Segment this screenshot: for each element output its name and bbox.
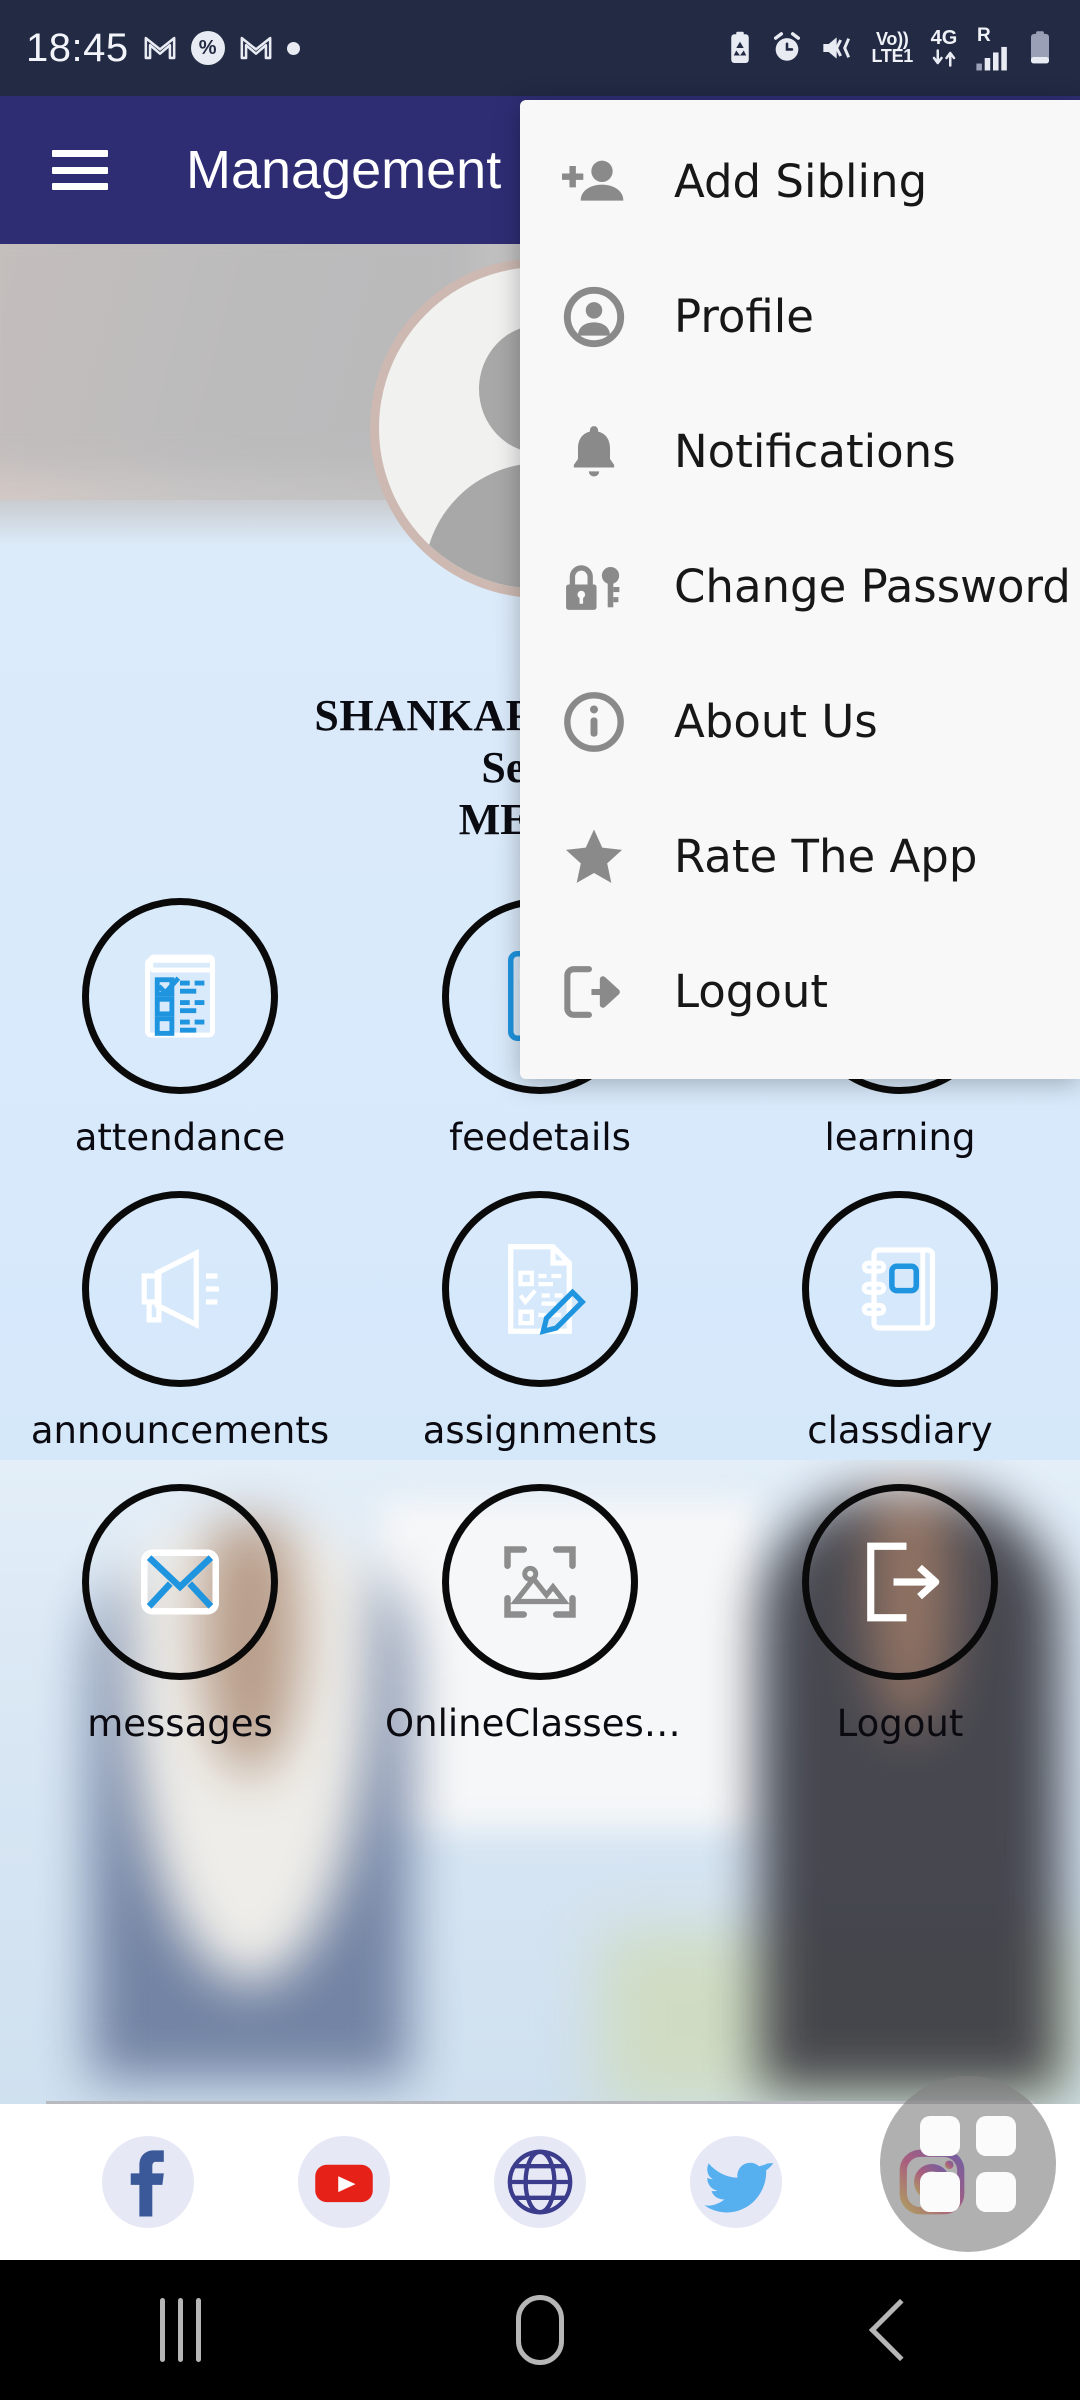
overflow-menu: Add Sibling Profile Notifications Change… [520, 100, 1080, 1079]
tile-label: Logout [836, 1702, 964, 1745]
tile-circle [802, 1191, 998, 1387]
checklist-icon [145, 954, 215, 1038]
tile-label: feedetails [449, 1116, 631, 1159]
battery-icon [1031, 31, 1049, 64]
network-label: 4G [930, 27, 958, 49]
menu-item-label: Logout [674, 965, 829, 1018]
tile-label: assignments [422, 1409, 658, 1452]
tile-label: announcements [30, 1409, 330, 1452]
facebook-icon[interactable] [102, 2136, 194, 2228]
fab-cell [920, 2116, 960, 2156]
menu-item-label: Change Password [674, 560, 1071, 613]
tile-label: classdiary [807, 1409, 993, 1452]
gmail-icon [144, 36, 176, 60]
profile-circle-icon [558, 281, 630, 353]
grid-tile-onlineclasses[interactable]: OnlineClasses(Ha... [360, 1484, 720, 1745]
envelope-icon [141, 1549, 219, 1615]
menu-item-add-sibling[interactable]: Add Sibling [520, 114, 1080, 249]
logout-arrow-icon [558, 956, 630, 1028]
menu-item-change-password[interactable]: Change Password [520, 519, 1080, 654]
tile-label: OnlineClasses(Ha... [385, 1702, 695, 1745]
star-icon [558, 821, 630, 893]
menu-item-label: Profile [674, 290, 814, 343]
menu-item-label: About Us [674, 695, 878, 748]
twitter-icon[interactable] [690, 2136, 782, 2228]
battery-saver-icon [730, 31, 749, 63]
fab-cell [976, 2172, 1016, 2212]
recents-icon [159, 2298, 201, 2362]
youtube-icon[interactable] [298, 2136, 390, 2228]
menu-item-label: Rate The App [674, 830, 978, 883]
add-person-icon [558, 146, 630, 218]
menu-item-logout[interactable]: Logout [520, 924, 1080, 1059]
tile-circle [82, 898, 278, 1094]
image-frame-icon [504, 1546, 576, 1618]
website-icon[interactable] [494, 2136, 586, 2228]
grid-tile-assignments[interactable]: assignments [360, 1191, 720, 1452]
app-badge-icon: % [190, 31, 225, 65]
tile-label: attendance [74, 1116, 286, 1159]
megaphone-icon [141, 1249, 219, 1329]
status-bar: 18:45 % Vo)) LTE1 4G R [0, 0, 1080, 96]
grid-tile-messages[interactable]: messages [0, 1484, 360, 1745]
document-pencil-icon [508, 1244, 586, 1335]
home-button[interactable] [440, 2295, 640, 2365]
fab-cell [976, 2116, 1016, 2156]
alarm-icon [773, 32, 800, 61]
menu-item-label: Notifications [674, 425, 956, 478]
tile-label: learning [824, 1116, 976, 1159]
tile-label: messages [87, 1702, 273, 1745]
grid-tile-logout[interactable]: Logout [720, 1484, 1080, 1745]
info-circle-icon [558, 686, 630, 758]
tile-circle [442, 1191, 638, 1387]
tile-circle [442, 1484, 638, 1680]
menu-item-rate-the-app[interactable]: Rate The App [520, 789, 1080, 924]
menu-item-notifications[interactable]: Notifications [520, 384, 1080, 519]
grid-apps-icon[interactable] [880, 2076, 1056, 2252]
volte-icon: Vo)) LTE1 [871, 31, 914, 66]
4g-data-icon: 4G [928, 28, 960, 68]
menu-item-label: Add Sibling [674, 155, 928, 208]
lock-key-icon [558, 551, 630, 623]
tile-circle [802, 1484, 998, 1680]
volte-bottom: LTE1 [871, 46, 914, 66]
grid-tile-announcements[interactable]: announcements [0, 1191, 360, 1452]
back-button[interactable] [800, 2298, 1000, 2362]
status-time: 18:45 [26, 26, 129, 70]
phone-screen: SHANKARSHAN SHA Semes MERI C atte [0, 0, 1080, 2400]
back-icon [868, 2298, 932, 2362]
tile-circle [82, 1484, 278, 1680]
hamburger-icon[interactable] [52, 150, 108, 190]
logout-icon [867, 1542, 940, 1622]
bell-icon [558, 416, 630, 488]
grid-tile-classdiary[interactable]: classdiary [720, 1191, 1080, 1452]
roaming-signal-icon: R [975, 26, 1011, 71]
menu-item-about-us[interactable]: About Us [520, 654, 1080, 789]
fab-cell [920, 2172, 960, 2212]
page-title: Management [186, 140, 502, 200]
notebook-icon [861, 1247, 936, 1331]
grid-tile-attendance[interactable]: attendance [0, 898, 360, 1159]
gmail-icon [240, 36, 272, 60]
tile-circle [82, 1191, 278, 1387]
vibrate-icon [822, 37, 850, 59]
menu-item-profile[interactable]: Profile [520, 249, 1080, 384]
dot-indicator-icon [286, 41, 300, 55]
home-icon [516, 2295, 564, 2365]
roaming-label: R [977, 24, 991, 46]
android-nav-bar [0, 2260, 1080, 2400]
recents-button[interactable] [80, 2298, 280, 2362]
social-divider [46, 2101, 1034, 2104]
